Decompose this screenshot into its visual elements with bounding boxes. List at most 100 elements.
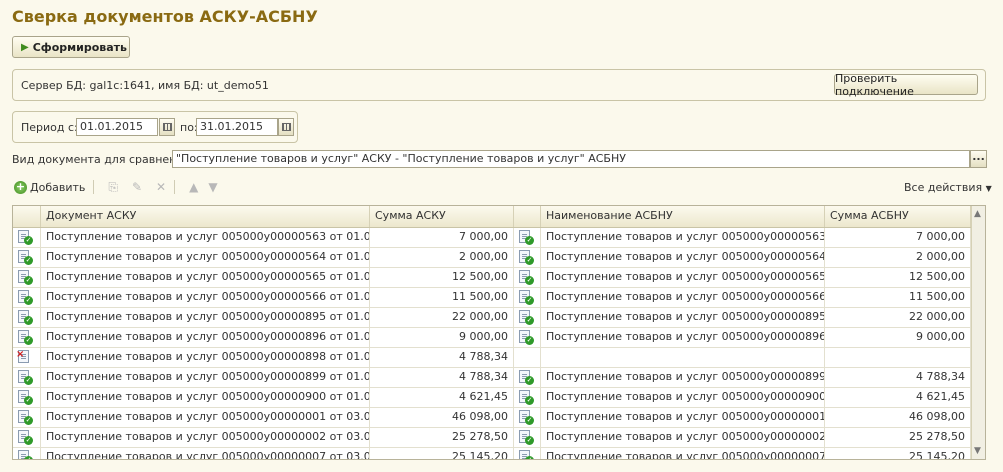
period-from-label: Период с: xyxy=(21,121,78,134)
cell-sum-asbnu: 25 278,50 xyxy=(825,428,971,447)
cell-doc-asku: Поступление товаров и услуг 005000у00000… xyxy=(41,428,370,447)
cell-name-asbnu: Поступление товаров и услуг 005000у00000… xyxy=(541,288,825,307)
document-ok-icon: ✓ xyxy=(519,270,534,285)
status-cell-asku: ✓ xyxy=(13,288,41,307)
generate-button[interactable]: ▶ Сформировать xyxy=(12,36,130,58)
cell-sum-asku: 11 500,00 xyxy=(370,288,514,307)
document-ok-icon: ✓ xyxy=(519,370,534,385)
cell-sum-asbnu: 4 621,45 xyxy=(825,388,971,407)
scroll-up-icon[interactable]: ▲ xyxy=(974,209,981,219)
document-ok-icon: ✓ xyxy=(18,330,33,345)
status-cell-asku: × xyxy=(13,348,41,367)
document-ok-icon: ✓ xyxy=(18,370,33,385)
comparison-table: Документ АСКУ Сумма АСКУ Наименование АС… xyxy=(12,205,986,460)
document-ok-icon: ✓ xyxy=(18,450,33,459)
toolbar-separator xyxy=(93,180,95,194)
status-cell-asbnu: ✓ xyxy=(514,268,541,287)
table-row[interactable]: ✓ Поступление товаров и услуг 005000у0000… xyxy=(13,408,973,428)
status-cell-asbnu: ✓ xyxy=(514,428,541,447)
move-down-icon[interactable]: ▼ xyxy=(208,180,217,194)
table-row[interactable]: ✓ Поступление товаров и услуг 005000у0000… xyxy=(13,308,973,328)
status-cell-asbnu: ✓ xyxy=(514,388,541,407)
add-button[interactable]: + Добавить xyxy=(14,179,86,194)
cell-sum-asku: 22 000,00 xyxy=(370,308,514,327)
toolbar: + Добавить ⎘ ✎ ✕ ▲ ▼ xyxy=(14,178,218,196)
header-sum-asbnu[interactable]: Сумма АСБНУ xyxy=(825,206,971,227)
table-row[interactable]: ✓ Поступление товаров и услуг 005000у0000… xyxy=(13,428,973,448)
cell-sum-asbnu: 2 000,00 xyxy=(825,248,971,267)
copy-icon[interactable]: ⎘ xyxy=(108,180,118,195)
check-connection-button[interactable]: Проверить подключение xyxy=(834,72,978,98)
cell-sum-asku: 46 098,00 xyxy=(370,408,514,427)
toolbar-separator xyxy=(174,180,176,194)
header-name-asbnu[interactable]: Наименование АСБНУ xyxy=(541,206,825,227)
cell-sum-asku: 9 000,00 xyxy=(370,328,514,347)
period-from-input[interactable]: 01.01.2015 xyxy=(76,118,158,136)
table-header: Документ АСКУ Сумма АСКУ Наименование АС… xyxy=(13,206,973,228)
header-icon-column-2 xyxy=(514,206,541,227)
table-row[interactable]: × Поступление товаров и услуг 005000у0000… xyxy=(13,348,973,368)
server-info: Сервер БД: gal1c:1641, имя БД: ut_demo51 xyxy=(21,79,269,92)
cell-doc-asku: Поступление товаров и услуг 005000у00000… xyxy=(41,448,370,459)
calendar-from-button[interactable] xyxy=(159,118,175,136)
document-ok-icon: ✓ xyxy=(18,390,33,405)
all-actions-menu[interactable]: Все действия ▼ xyxy=(904,181,992,194)
table-row[interactable]: ✓ Поступление товаров и услуг 005000у0000… xyxy=(13,228,973,248)
document-ok-icon: ✓ xyxy=(519,390,534,405)
document-ok-icon: ✓ xyxy=(519,310,534,325)
cell-sum-asbnu: 7 000,00 xyxy=(825,228,971,247)
table-row[interactable]: ✓ Поступление товаров и услуг 005000у0000… xyxy=(13,368,973,388)
cell-sum-asku: 25 145,20 xyxy=(370,448,514,459)
cell-name-asbnu: Поступление товаров и услуг 005000у00000… xyxy=(541,228,825,247)
table-row[interactable]: ✓ Поступление товаров и услуг 005000у0000… xyxy=(13,388,973,408)
cell-name-asbnu: Поступление товаров и услуг 005000у00000… xyxy=(541,448,825,459)
document-ok-icon: ✓ xyxy=(18,410,33,425)
document-ok-icon: ✓ xyxy=(18,230,33,245)
status-cell-asku: ✓ xyxy=(13,248,41,267)
cell-sum-asbnu: 11 500,00 xyxy=(825,288,971,307)
table-row[interactable]: ✓ Поступление товаров и услуг 005000у0000… xyxy=(13,248,973,268)
period-to-label: по: xyxy=(180,121,198,134)
table-row[interactable]: ✓ Поступление товаров и услуг 005000у0000… xyxy=(13,328,973,348)
play-icon: ▶ xyxy=(21,41,29,53)
table-body: ✓ Поступление товаров и услуг 005000у0000… xyxy=(13,228,973,459)
table-row[interactable]: ✓ Поступление товаров и услуг 005000у0000… xyxy=(13,448,973,459)
status-cell-asbnu: ✓ xyxy=(514,328,541,347)
table-row[interactable]: ✓ Поступление товаров и услуг 005000у0000… xyxy=(13,268,973,288)
cell-doc-asku: Поступление товаров и услуг 005000у00000… xyxy=(41,268,370,287)
scroll-down-icon[interactable]: ▼ xyxy=(974,446,981,456)
doctype-field[interactable]: "Поступление товаров и услуг" АСКУ - "По… xyxy=(172,150,970,168)
doctype-select-button[interactable]: ... xyxy=(970,150,987,168)
status-cell-asku: ✓ xyxy=(13,328,41,347)
header-icon-column xyxy=(13,206,41,227)
cell-name-asbnu: Поступление товаров и услуг 005000у00000… xyxy=(541,268,825,287)
period-to-input[interactable]: 31.01.2015 xyxy=(196,118,278,136)
add-button-label: Добавить xyxy=(30,180,86,194)
calendar-icon xyxy=(162,123,172,131)
add-icon: + xyxy=(14,179,27,194)
dropdown-arrow-icon: ▼ xyxy=(985,184,992,193)
period-panel: Период с: 01.01.2015 по: 31.01.2015 xyxy=(12,111,298,143)
cell-name-asbnu: Поступление товаров и услуг 005000у00000… xyxy=(541,388,825,407)
cell-sum-asbnu: 12 500,00 xyxy=(825,268,971,287)
status-cell-asku: ✓ xyxy=(13,408,41,427)
vertical-scrollbar[interactable]: ▲ ▼ xyxy=(971,206,985,459)
cell-name-asbnu: Поступление товаров и услуг 005000у00000… xyxy=(541,328,825,347)
header-sum-asku[interactable]: Сумма АСКУ xyxy=(370,206,514,227)
status-cell-asbnu: ✓ xyxy=(514,308,541,327)
cell-sum-asbnu: 4 788,34 xyxy=(825,368,971,387)
move-up-icon[interactable]: ▲ xyxy=(189,180,198,194)
cell-sum-asbnu xyxy=(825,348,971,367)
delete-icon[interactable]: ✕ xyxy=(156,180,166,194)
header-doc-asku[interactable]: Документ АСКУ xyxy=(41,206,370,227)
cell-name-asbnu: Поступление товаров и услуг 005000у00000… xyxy=(541,368,825,387)
table-row[interactable]: ✓ Поступление товаров и услуг 005000у0000… xyxy=(13,288,973,308)
status-cell-asbnu: ✓ xyxy=(514,248,541,267)
cell-name-asbnu: Поступление товаров и услуг 005000у00000… xyxy=(541,308,825,327)
cell-sum-asku: 4 621,45 xyxy=(370,388,514,407)
edit-icon[interactable]: ✎ xyxy=(132,180,142,194)
cell-name-asbnu: Поступление товаров и услуг 005000у00000… xyxy=(541,408,825,427)
calendar-to-button[interactable] xyxy=(278,118,294,136)
cell-sum-asku: 2 000,00 xyxy=(370,248,514,267)
document-ok-icon: ✓ xyxy=(18,250,33,265)
